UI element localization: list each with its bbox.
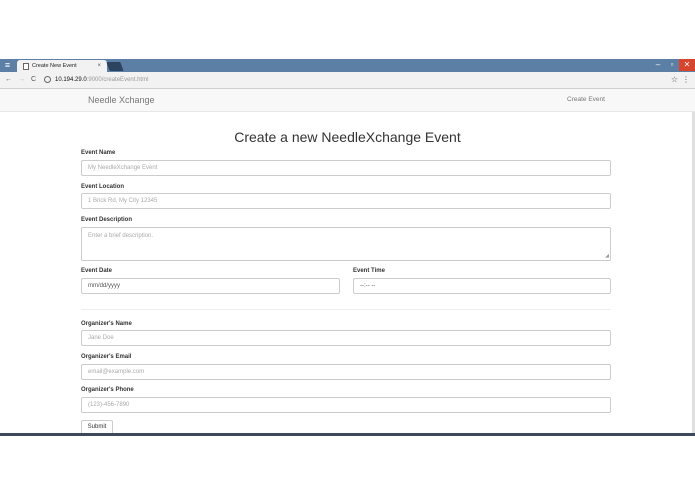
- url-host: 10.194.29.0: [55, 77, 87, 83]
- new-tab-button[interactable]: [106, 62, 124, 71]
- maximize-icon[interactable]: ▫: [665, 59, 679, 71]
- reload-icon[interactable]: C: [31, 72, 36, 88]
- event-time-input[interactable]: --:-- --: [353, 278, 611, 294]
- nav-link-create-event[interactable]: Create Event: [567, 96, 605, 103]
- back-icon[interactable]: ←: [5, 72, 12, 88]
- organizer-phone-input[interactable]: (123)-456-7890: [81, 397, 611, 413]
- organizer-email-input[interactable]: email@example.com: [81, 364, 611, 380]
- bookmark-star-icon[interactable]: ☆: [671, 72, 678, 88]
- organizer-email-label: Organizer's Email: [81, 354, 132, 360]
- event-name-input[interactable]: My NeedleXchange Event: [81, 160, 611, 176]
- page-title: Create a new NeedleXchange Event: [234, 129, 461, 145]
- info-icon[interactable]: [44, 75, 51, 83]
- minimize-icon[interactable]: –: [651, 59, 665, 71]
- forward-icon[interactable]: →: [18, 72, 25, 88]
- address-bar: ← → C 10.194.29.0:9000/createEvent.html …: [0, 72, 695, 89]
- browser-menu-icon[interactable]: ⋮: [682, 72, 690, 88]
- url-path: :9000/createEvent.html: [86, 77, 149, 83]
- event-description-label: Event Description: [81, 217, 133, 223]
- event-description-placeholder: Enter a brief description.: [88, 233, 154, 239]
- taskbar: [0, 433, 695, 436]
- organizer-name-label: Organizer's Name: [81, 321, 132, 327]
- organizer-phone-label: Organizer's Phone: [81, 387, 134, 393]
- url-field[interactable]: 10.194.29.0:9000/createEvent.html: [44, 72, 148, 88]
- app-menu-icon[interactable]: ≡: [3, 60, 12, 71]
- tab-title: Create New Event: [32, 63, 77, 69]
- close-window-icon[interactable]: ✕: [679, 59, 695, 71]
- event-description-textarea[interactable]: Enter a brief description. ◢: [81, 227, 611, 261]
- event-time-label: Event Time: [353, 268, 385, 274]
- section-divider: [81, 309, 611, 310]
- event-location-label: Event Location: [81, 184, 125, 190]
- event-name-label: Event Name: [81, 150, 116, 156]
- browser-tab-strip: ≡ Create New Event × – ▫ ✕: [0, 59, 695, 72]
- brand-link[interactable]: Needle Xchange: [88, 95, 155, 105]
- event-date-label: Event Date: [81, 268, 113, 274]
- tab-close-icon[interactable]: ×: [97, 60, 101, 72]
- browser-tab[interactable]: Create New Event ×: [17, 60, 107, 72]
- organizer-name-input[interactable]: Jane Doe: [81, 330, 611, 346]
- event-date-input[interactable]: mm/dd/yyyy: [81, 278, 340, 294]
- site-navbar: Needle Xchange Create Event: [0, 89, 695, 112]
- page-icon: [23, 63, 29, 70]
- resize-grip-icon[interactable]: ◢: [605, 254, 609, 259]
- event-location-input[interactable]: 1 Brick Rd, My City 12345: [81, 193, 611, 209]
- window-controls: – ▫ ✕: [651, 59, 695, 72]
